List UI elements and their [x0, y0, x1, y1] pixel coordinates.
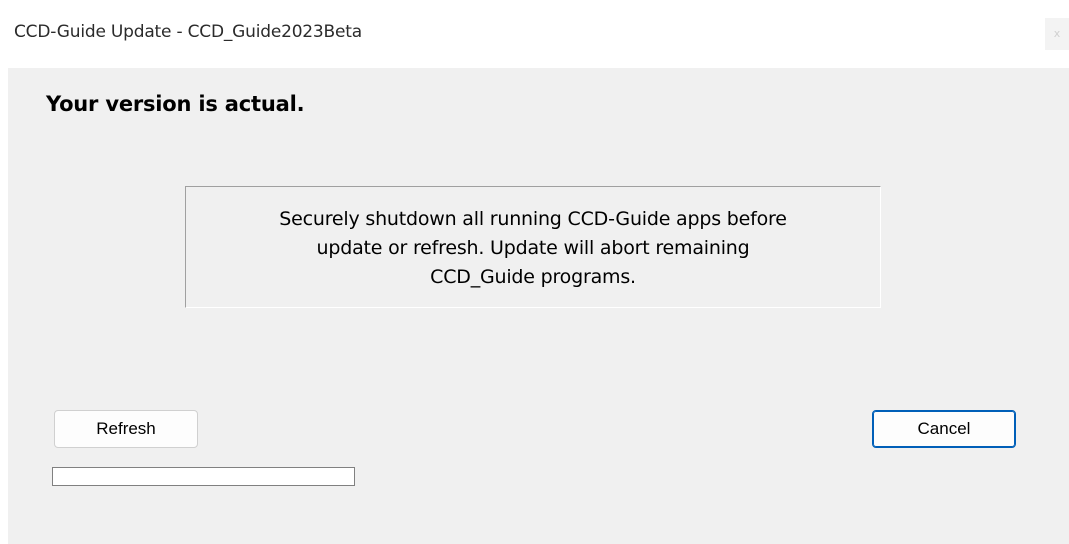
close-icon: x	[1053, 27, 1061, 40]
version-status-heading: Your version is actual.	[46, 92, 305, 116]
info-message-line-2: update or refresh. Update will abort rem…	[316, 237, 750, 259]
dialog-client-area: Your version is actual. Securely shutdow…	[8, 68, 1069, 544]
window-title: CCD-Guide Update - CCD_Guide2023Beta	[14, 22, 362, 42]
info-message-box: Securely shutdown all running CCD-Guide …	[185, 186, 881, 308]
info-message-line-1: Securely shutdown all running CCD-Guide …	[279, 208, 787, 230]
update-dialog-window: CCD-Guide Update - CCD_Guide2023Beta x Y…	[0, 0, 1069, 544]
title-bar[interactable]: CCD-Guide Update - CCD_Guide2023Beta x	[0, 0, 1069, 68]
info-message-line-3: CCD_Guide programs.	[430, 266, 636, 288]
info-message: Securely shutdown all running CCD-Guide …	[186, 205, 880, 292]
cancel-button[interactable]: Cancel	[872, 410, 1016, 448]
close-button[interactable]: x	[1045, 18, 1069, 50]
update-progress-bar	[52, 467, 355, 486]
refresh-button[interactable]: Refresh	[54, 410, 198, 448]
